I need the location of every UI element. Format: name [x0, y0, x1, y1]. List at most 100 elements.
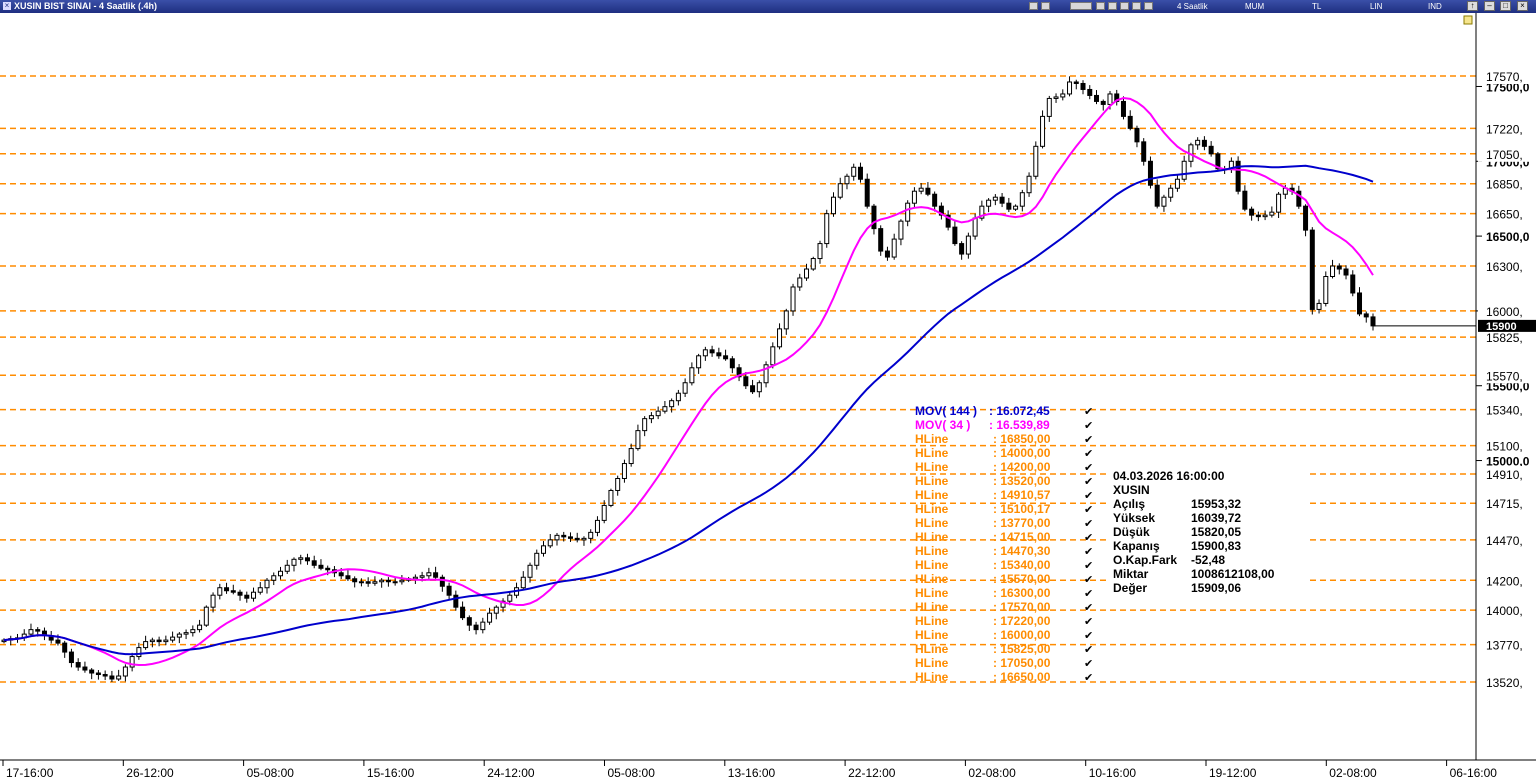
price-chart[interactable]: 17500,017000,016500,016000,015500,015000… — [0, 13, 1536, 782]
legend-value: : 15825,00 — [993, 642, 1051, 656]
legend-label: HLine — [915, 460, 949, 474]
candle-up — [170, 636, 176, 641]
candle-down — [304, 557, 310, 562]
legend-value: : 15100,17 — [993, 502, 1051, 516]
toolbar-text-icon[interactable] — [1144, 2, 1153, 10]
candle-up — [271, 575, 277, 581]
toolbar-grid-icon[interactable] — [1096, 2, 1105, 10]
info-value: 16039,72 — [1191, 511, 1241, 525]
scale-selector[interactable]: LIN — [1370, 0, 1382, 13]
legend-check-icon: ✔ — [1084, 503, 1093, 516]
minimize-button[interactable]: – — [1484, 1, 1495, 11]
candle-up — [1026, 175, 1032, 194]
x-tick-label: 17-16:00 — [6, 766, 54, 780]
x-tick-label: 05-08:00 — [608, 766, 656, 780]
legend-value: : 17570,00 — [993, 600, 1051, 614]
candle-down — [884, 250, 890, 258]
pane-lock-icon[interactable] — [1463, 15, 1473, 25]
candle-up — [1161, 196, 1167, 207]
info-key: Açılış — [1113, 497, 1145, 511]
legend-check-icon: ✔ — [1084, 489, 1093, 502]
candle-up — [756, 382, 762, 393]
hline-price-label: 17570, — [1486, 70, 1523, 84]
legend-value: : 15340,00 — [993, 558, 1051, 572]
candle-up — [581, 537, 587, 541]
legend-check-icon: ✔ — [1084, 433, 1093, 446]
candle-down — [68, 651, 74, 664]
candle-up — [777, 328, 783, 348]
info-value: 15900,83 — [1191, 539, 1241, 553]
x-tick-label: 13-16:00 — [728, 766, 776, 780]
toolbar-zoom-icon[interactable] — [1108, 2, 1117, 10]
legend-value: : 16300,00 — [993, 586, 1051, 600]
candle-down — [473, 624, 479, 631]
candle-up — [143, 641, 149, 649]
hline-price-label: 14200, — [1486, 574, 1523, 588]
indicator-selector[interactable]: IND — [1428, 0, 1442, 13]
candle-down — [1134, 127, 1140, 143]
candle-up — [183, 632, 189, 635]
candle-up — [905, 202, 911, 222]
hline-price-label: 15340, — [1486, 404, 1523, 418]
info-key: Düşük — [1113, 525, 1150, 539]
legend-label: HLine — [915, 572, 949, 586]
candle-down — [224, 587, 230, 592]
info-value: 15953,32 — [1191, 497, 1241, 511]
candle-down — [460, 606, 466, 619]
toolbar-settings-icon[interactable] — [1041, 2, 1050, 10]
candle-up — [790, 286, 796, 312]
candle-up — [487, 612, 493, 623]
current-price-label: 15900 — [1486, 321, 1517, 333]
candle-up — [298, 557, 304, 560]
candle-up — [986, 199, 992, 207]
candle-up — [1181, 160, 1187, 180]
legend-check-icon: ✔ — [1084, 657, 1093, 670]
maximize-button[interactable]: □ — [1500, 1, 1511, 11]
candle-up — [628, 448, 634, 465]
candle-up — [507, 594, 513, 602]
info-key: Miktar — [1113, 567, 1149, 581]
candle-down — [1006, 202, 1012, 210]
candle-up — [588, 531, 594, 539]
candle-down — [453, 594, 459, 608]
candle-up — [662, 406, 668, 412]
period-selector[interactable]: 4 Saatlik — [1177, 0, 1208, 13]
candle-up — [264, 579, 270, 589]
x-tick-label: 02-08:00 — [968, 766, 1016, 780]
hline-price-label: 16000, — [1486, 305, 1523, 319]
candle-down — [89, 669, 95, 674]
legend-value: : 16850,00 — [993, 432, 1051, 446]
ohlc-info-box: 04.03.2026 16:00:00XUSINAçılış 15953,32 Yü… — [1108, 467, 1306, 601]
x-tick-label: 24-12:00 — [487, 766, 535, 780]
candle-down — [864, 178, 870, 207]
toolbar-chart-icon[interactable] — [1029, 2, 1038, 10]
candle-up — [669, 400, 675, 408]
candle-up — [419, 575, 425, 578]
toolbar-draw-icon[interactable] — [1120, 2, 1129, 10]
x-tick-label: 06-16:00 — [1450, 766, 1498, 780]
pin-button[interactable]: ↑ — [1467, 1, 1478, 11]
toolbar-style-icon[interactable] — [1070, 2, 1092, 10]
candle-down — [230, 590, 236, 593]
candle-up — [116, 675, 122, 680]
candle-up — [372, 581, 378, 584]
legend-value: : 16650,00 — [993, 670, 1051, 684]
legend-check-icon: ✔ — [1084, 573, 1093, 586]
chart-window-icon: × — [3, 1, 11, 10]
candle-up — [837, 183, 843, 198]
legend-label: HLine — [915, 488, 949, 502]
candle-down — [959, 243, 965, 255]
toolbar-line-icon[interactable] — [1132, 2, 1141, 10]
currency-selector[interactable]: TL — [1312, 0, 1321, 13]
candle-up — [149, 639, 155, 643]
close-button[interactable]: × — [1517, 1, 1528, 11]
candle-up — [655, 410, 661, 417]
chart-style-selector[interactable]: MUM — [1245, 0, 1264, 13]
legend-value: : 17050,00 — [993, 656, 1051, 670]
candle-up — [810, 258, 816, 270]
candle-down — [156, 639, 162, 643]
candle-up — [689, 367, 695, 384]
hline-price-label: 14470, — [1486, 534, 1523, 548]
candle-down — [1309, 229, 1315, 310]
candle-up — [972, 217, 978, 237]
